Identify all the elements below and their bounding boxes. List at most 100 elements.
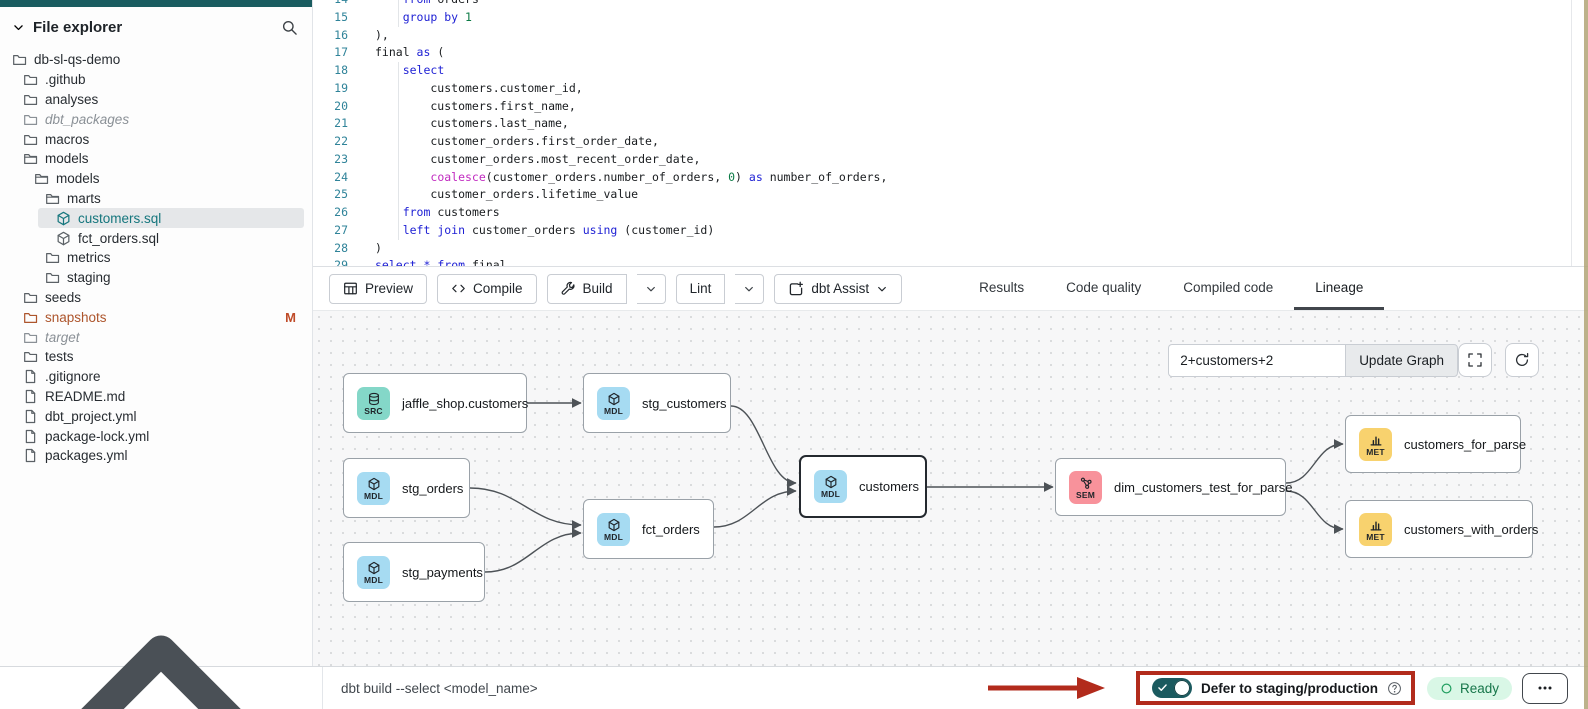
tree-item-fct-orders-sql[interactable]: fct_orders.sql — [0, 228, 312, 248]
code-line-28[interactable]: 28) — [313, 240, 1588, 258]
sidebar-accent-strip — [0, 0, 312, 7]
lineage-node-stg-orders[interactable]: MDLstg_orders — [343, 458, 470, 518]
code-line-15[interactable]: 15 group by 1 — [313, 9, 1588, 27]
tree-item-models[interactable]: models — [0, 169, 312, 189]
build-button[interactable]: Build — [547, 274, 627, 304]
defer-toggle[interactable] — [1152, 678, 1192, 698]
chevron-down-icon[interactable] — [12, 21, 25, 34]
lineage-node-jaffle-shop-customers[interactable]: SRCjaffle_shop.customers — [343, 373, 527, 433]
preview-button[interactable]: Preview — [329, 274, 427, 304]
editor-and-panels: 14 from orders15 group by 116),17final a… — [313, 0, 1588, 666]
folder-icon — [23, 92, 38, 107]
lineage-node-fct-orders[interactable]: MDLfct_orders — [583, 499, 714, 559]
lineage-node-stg-payments[interactable]: MDLstg_payments — [343, 542, 485, 602]
tree-item-dbt-packages[interactable]: dbt_packages — [0, 109, 312, 129]
search-icon[interactable] — [281, 19, 298, 36]
code-editor[interactable]: 14 from orders15 group by 116),17final a… — [313, 0, 1588, 267]
tree-item-staging[interactable]: staging — [0, 268, 312, 288]
code-line-26[interactable]: 26 from customers — [313, 204, 1588, 222]
dbt-command-input[interactable] — [341, 681, 761, 696]
tree-item-packages-yml[interactable]: packages.yml — [0, 446, 312, 466]
tree-item-target[interactable]: target — [0, 327, 312, 347]
code-text: from orders — [375, 0, 479, 9]
code-line-21[interactable]: 21 customers.last_name, — [313, 115, 1588, 133]
build-dropdown-button[interactable] — [637, 274, 666, 304]
file-explorer-title: File explorer — [33, 19, 122, 36]
code-line-23[interactable]: 23 customer_orders.most_recent_order_dat… — [313, 151, 1588, 169]
code-line-18[interactable]: 18 select — [313, 62, 1588, 80]
code-line-19[interactable]: 19 customers.customer_id, — [313, 80, 1588, 98]
node-type-badge: MDL — [597, 513, 630, 546]
dbt-assist-button[interactable]: dbt Assist — [774, 274, 902, 304]
tree-item-label: models — [56, 171, 100, 186]
lint-button[interactable]: Lint — [676, 274, 726, 304]
tree-item-readme-md[interactable]: README.md — [0, 387, 312, 407]
editor-scrollbar-track[interactable] — [1571, 0, 1572, 266]
tree-item-tests[interactable]: tests — [0, 347, 312, 367]
refresh-button[interactable] — [1505, 343, 1539, 377]
file-icon — [23, 429, 38, 444]
code-line-17[interactable]: 17final as ( — [313, 44, 1588, 62]
tree-item-label: staging — [67, 270, 111, 285]
node-type-badge: MDL — [814, 470, 847, 503]
code-line-25[interactable]: 25 customer_orders.lifetime_value — [313, 186, 1588, 204]
ready-status-badge[interactable]: Ready — [1427, 677, 1512, 700]
status-circle-icon — [1440, 682, 1453, 695]
tree-item-macros[interactable]: macros — [0, 129, 312, 149]
tree-item-db-sl-qs-demo[interactable]: db-sl-qs-demo — [0, 50, 312, 70]
tree-item--gitignore[interactable]: .gitignore — [0, 367, 312, 387]
model-cube-icon — [56, 231, 71, 246]
chevron-up-icon[interactable] — [0, 538, 322, 709]
compile-button[interactable]: Compile — [437, 274, 537, 304]
help-icon[interactable] — [1387, 681, 1402, 696]
update-graph-button[interactable]: Update Graph — [1345, 344, 1458, 377]
tree-item--github[interactable]: .github — [0, 70, 312, 90]
lineage-node-dim-customers-test-for-parse[interactable]: SEMdim_customers_test_for_parse — [1055, 458, 1286, 516]
code-line-27[interactable]: 27 left join customer_orders using (cust… — [313, 222, 1588, 240]
tree-item-analyses[interactable]: analyses — [0, 90, 312, 110]
lint-dropdown-button[interactable] — [735, 274, 764, 304]
line-number: 28 — [313, 240, 348, 258]
divider — [322, 667, 323, 709]
tab-results[interactable]: Results — [958, 267, 1045, 310]
code-text: customers.last_name, — [375, 115, 569, 133]
lineage-filter-input[interactable] — [1168, 344, 1345, 377]
tab-lineage[interactable]: Lineage — [1294, 267, 1384, 310]
lineage-node-customers[interactable]: MDLcustomers — [799, 455, 927, 518]
tree-item-models[interactable]: models — [0, 149, 312, 169]
tree-item-dbt-project-yml[interactable]: dbt_project.yml — [0, 406, 312, 426]
folder-icon — [23, 112, 38, 127]
code-line-20[interactable]: 20 customers.first_name, — [313, 98, 1588, 116]
more-options-button[interactable] — [1522, 673, 1568, 704]
tree-item-label: db-sl-qs-demo — [34, 52, 120, 67]
code-line-29[interactable]: 29select * from final — [313, 257, 1588, 267]
tree-item-marts[interactable]: marts — [0, 189, 312, 209]
tree-item-package-lock-yml[interactable]: package-lock.yml — [0, 426, 312, 446]
code-line-22[interactable]: 22 customer_orders.first_order_date, — [313, 133, 1588, 151]
lineage-node-stg-customers[interactable]: MDLstg_customers — [583, 373, 731, 433]
line-number: 27 — [313, 222, 348, 240]
node-type-label: MDL — [604, 532, 623, 542]
lineage-node-customers-for-parse[interactable]: METcustomers_for_parse — [1345, 415, 1521, 473]
code-line-16[interactable]: 16), — [313, 27, 1588, 45]
tree-item-label: analyses — [45, 92, 98, 107]
tree-item-customers-sql[interactable]: customers.sql — [38, 208, 304, 228]
tree-item-seeds[interactable]: seeds — [0, 288, 312, 308]
tree-item-label: tests — [45, 349, 74, 364]
tree-item-metrics[interactable]: metrics — [0, 248, 312, 268]
lineage-node-customers-with-orders[interactable]: METcustomers_with_orders — [1345, 500, 1533, 558]
tab-compiled-code[interactable]: Compiled code — [1162, 267, 1294, 310]
semantic-graph-icon — [1079, 476, 1093, 490]
tab-code-quality[interactable]: Code quality — [1045, 267, 1162, 310]
code-line-24[interactable]: 24 coalesce(customer_orders.number_of_or… — [313, 169, 1588, 187]
code-text: customer_orders.most_recent_order_date, — [375, 151, 700, 169]
code-line-14[interactable]: 14 from orders — [313, 0, 1588, 9]
editor-toolbar: Preview Compile Build — [313, 267, 1588, 311]
lineage-panel[interactable]: SRCjaffle_shop.customers MDLstg_customers… — [313, 311, 1588, 666]
tree-item-snapshots[interactable]: snapshotsM — [0, 307, 312, 327]
tree-item-label: metrics — [67, 250, 111, 265]
tree-item-label: models — [45, 151, 89, 166]
fullscreen-button[interactable] — [1458, 343, 1492, 377]
database-icon — [367, 392, 381, 406]
metric-chart-icon — [1369, 518, 1383, 532]
